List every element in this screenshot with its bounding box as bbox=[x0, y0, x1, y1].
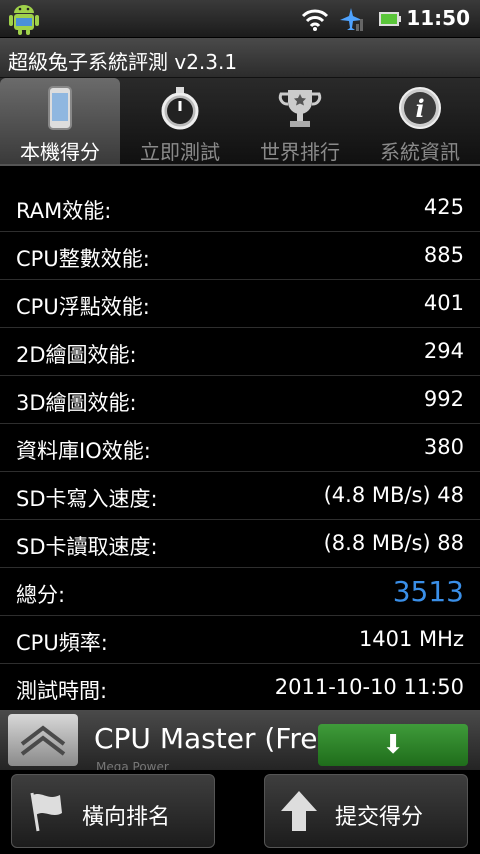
list-item: 測試時間: 2011-10-10 11:50 bbox=[0, 664, 480, 712]
metric-value: (8.8 MB/s) 88 bbox=[323, 531, 464, 555]
metric-label: SD卡寫入速度: bbox=[16, 487, 158, 511]
ranking-button-label: 橫向排名 bbox=[82, 805, 171, 830]
stopwatch-icon bbox=[161, 87, 199, 130]
phone-icon bbox=[48, 86, 72, 130]
tab-system-info[interactable]: i 系統資訊 bbox=[360, 78, 480, 164]
list-item: SD卡讀取速度: (8.8 MB/s) 88 bbox=[0, 520, 480, 568]
total-score-label: 總分: bbox=[16, 583, 66, 607]
list-item: 總分: 3513 bbox=[0, 568, 480, 616]
metric-label: 2D繪圖效能: bbox=[16, 343, 137, 367]
list-item: SD卡寫入速度: (4.8 MB/s) 48 bbox=[0, 472, 480, 520]
ad-banner[interactable]: CPU Master (Free) Mega Power ⬇ DownLoad bbox=[0, 710, 480, 770]
ad-app-logo bbox=[8, 714, 78, 766]
metric-value: 380 bbox=[423, 435, 464, 459]
list-item: 資料庫IO效能: 380 bbox=[0, 424, 480, 472]
arrow-up-icon bbox=[281, 791, 317, 831]
ranking-button[interactable]: 橫向排名 bbox=[11, 774, 215, 848]
download-button[interactable]: ⬇ DownLoad bbox=[318, 724, 468, 766]
metric-label: SD卡讀取速度: bbox=[16, 535, 158, 559]
metric-label: CPU整數效能: bbox=[16, 247, 150, 271]
app-title-bar: 超級兔子系統評測 v2.3.1 bbox=[0, 38, 480, 78]
list-item: CPU浮點效能: 401 bbox=[0, 280, 480, 328]
tab-label: 本機得分 bbox=[20, 140, 100, 164]
submit-score-button[interactable]: 提交得分 bbox=[264, 774, 468, 848]
list-item: CPU整數效能: 885 bbox=[0, 232, 480, 280]
android-icon bbox=[9, 5, 39, 35]
chevron-up-icon bbox=[20, 725, 66, 756]
metric-value: 425 bbox=[423, 195, 464, 219]
metric-value: 992 bbox=[423, 387, 464, 411]
tab-local-score[interactable]: 本機得分 bbox=[0, 78, 120, 164]
flag-icon bbox=[30, 792, 62, 832]
metric-label: 資料庫IO效能: bbox=[16, 439, 151, 463]
submit-score-button-label: 提交得分 bbox=[335, 805, 424, 830]
ad-app-name: CPU Master (Free) bbox=[94, 722, 346, 755]
ad-app-subtitle: Mega Power bbox=[96, 760, 169, 770]
tab-label: 系統資訊 bbox=[380, 140, 460, 164]
wifi-icon bbox=[301, 9, 329, 31]
tab-run-test[interactable]: 立即測試 bbox=[120, 78, 240, 164]
score-list: RAM效能: 425 CPU整數效能: 885 CPU浮點效能: 401 2D繪… bbox=[0, 184, 480, 712]
metric-label: 3D繪圖效能: bbox=[16, 391, 137, 415]
trophy-icon bbox=[278, 90, 322, 127]
list-item: 2D繪圖效能: 294 bbox=[0, 328, 480, 376]
tab-world-ranking[interactable]: 世界排行 bbox=[240, 78, 360, 164]
metric-value: 1401 MHz bbox=[358, 627, 464, 651]
metric-label: CPU頻率: bbox=[16, 631, 108, 655]
metric-value: (4.8 MB/s) 48 bbox=[323, 483, 464, 507]
metric-value: 401 bbox=[423, 291, 464, 315]
tab-label: 立即測試 bbox=[140, 140, 220, 164]
metric-label: 測試時間: bbox=[16, 679, 108, 703]
total-score-value: 3513 bbox=[392, 575, 464, 608]
airplane-signal-icon bbox=[340, 8, 363, 31]
status-clock: 11:50 bbox=[406, 6, 470, 30]
app-title: 超級兔子系統評測 v2.3.1 bbox=[8, 50, 238, 74]
list-item: 3D繪圖效能: 992 bbox=[0, 376, 480, 424]
tab-bar: 本機得分 立即測試 世界排行 i 系統資訊 bbox=[0, 78, 480, 166]
svg-text:i: i bbox=[415, 94, 424, 123]
list-item: RAM效能: 425 bbox=[0, 184, 480, 232]
metric-label: CPU浮點效能: bbox=[16, 295, 150, 319]
bottom-action-bar: 橫向排名 提交得分 bbox=[0, 770, 480, 854]
metric-value: 885 bbox=[423, 243, 464, 267]
battery-icon bbox=[379, 12, 401, 26]
metric-label: RAM效能: bbox=[16, 199, 112, 223]
metric-value: 2011-10-10 11:50 bbox=[274, 675, 464, 699]
status-bar: 11:50 bbox=[0, 0, 480, 38]
list-item: CPU頻率: 1401 MHz bbox=[0, 616, 480, 664]
tab-label: 世界排行 bbox=[260, 140, 340, 164]
info-icon: i bbox=[399, 87, 441, 129]
metric-value: 294 bbox=[423, 339, 464, 363]
